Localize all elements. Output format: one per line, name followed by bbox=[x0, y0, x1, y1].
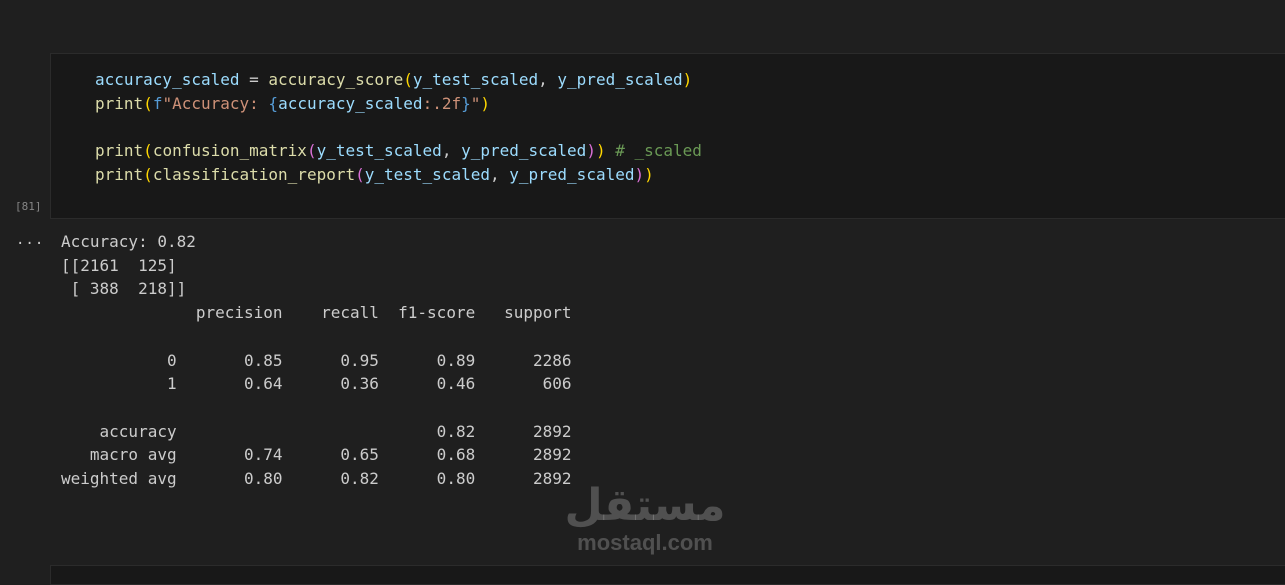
code-token: ( bbox=[143, 164, 153, 184]
watermark-text: mostaql.com bbox=[577, 530, 713, 555]
code-token: "Accuracy: bbox=[162, 93, 269, 113]
code-line: print(confusion_matrix(y_test_scaled, y_… bbox=[95, 139, 702, 163]
code-token: ( bbox=[306, 141, 317, 161]
code-token: , bbox=[489, 164, 510, 184]
output-more-actions-icon[interactable]: ... bbox=[16, 232, 44, 248]
code-token: print bbox=[95, 93, 144, 113]
code-token: ) bbox=[634, 164, 645, 184]
code-line: print(classification_report(y_test_scale… bbox=[95, 163, 702, 187]
code-token: ) bbox=[595, 141, 606, 161]
execution-count: [81] bbox=[15, 200, 42, 213]
code-token: ( bbox=[143, 141, 153, 161]
code-token: y_pred_scaled bbox=[557, 70, 683, 89]
code-editor[interactable]: accuracy_scaled = accuracy_score(y_test_… bbox=[95, 68, 702, 186]
code-line: print(f"Accuracy: {accuracy_scaled:.2f}"… bbox=[95, 92, 702, 116]
code-token: y_test_scaled bbox=[316, 141, 442, 161]
code-cell[interactable]: accuracy_scaled = accuracy_score(y_test_… bbox=[50, 53, 1285, 219]
code-token: , bbox=[538, 70, 558, 89]
code-token: print bbox=[95, 141, 144, 161]
code-token: print bbox=[95, 164, 144, 184]
code-token: accuracy_scaled bbox=[278, 93, 423, 113]
watermark: مستقل mostaql.com bbox=[560, 480, 730, 560]
code-token: accuracy_score bbox=[268, 70, 404, 89]
code-token: { bbox=[268, 93, 279, 113]
code-line: accuracy_scaled = accuracy_score(y_test_… bbox=[95, 68, 702, 92]
code-token: y_test_scaled bbox=[412, 70, 539, 89]
watermark-logo: مستقل bbox=[564, 480, 726, 531]
code-token: , bbox=[441, 141, 462, 161]
code-token: y_pred_scaled bbox=[461, 141, 587, 161]
code-token: # _scaled bbox=[615, 141, 702, 161]
code-token: " bbox=[470, 93, 481, 113]
code-token: ) bbox=[644, 164, 654, 184]
code-token: confusion_matrix bbox=[152, 141, 307, 161]
code-token: classification_report bbox=[152, 164, 356, 184]
code-token: f bbox=[152, 93, 163, 113]
code-token: ( bbox=[403, 70, 413, 89]
code-token: } bbox=[461, 93, 471, 113]
code-token: = bbox=[239, 70, 269, 89]
code-token: ) bbox=[480, 93, 491, 113]
code-token: accuracy_scaled bbox=[95, 70, 240, 89]
code-token: :.2f bbox=[422, 93, 462, 113]
next-code-cell[interactable] bbox=[50, 565, 1285, 585]
code-token: ) bbox=[682, 70, 693, 89]
code-token: ) bbox=[586, 141, 596, 161]
cell-output: Accuracy: 0.82 [[2161 125] [ 388 218]] p… bbox=[61, 232, 572, 489]
code-token: ( bbox=[355, 164, 365, 184]
code-token: y_test_scaled bbox=[364, 164, 490, 184]
code-token: y_pred_scaled bbox=[509, 164, 635, 184]
code-token: ( bbox=[143, 93, 153, 113]
